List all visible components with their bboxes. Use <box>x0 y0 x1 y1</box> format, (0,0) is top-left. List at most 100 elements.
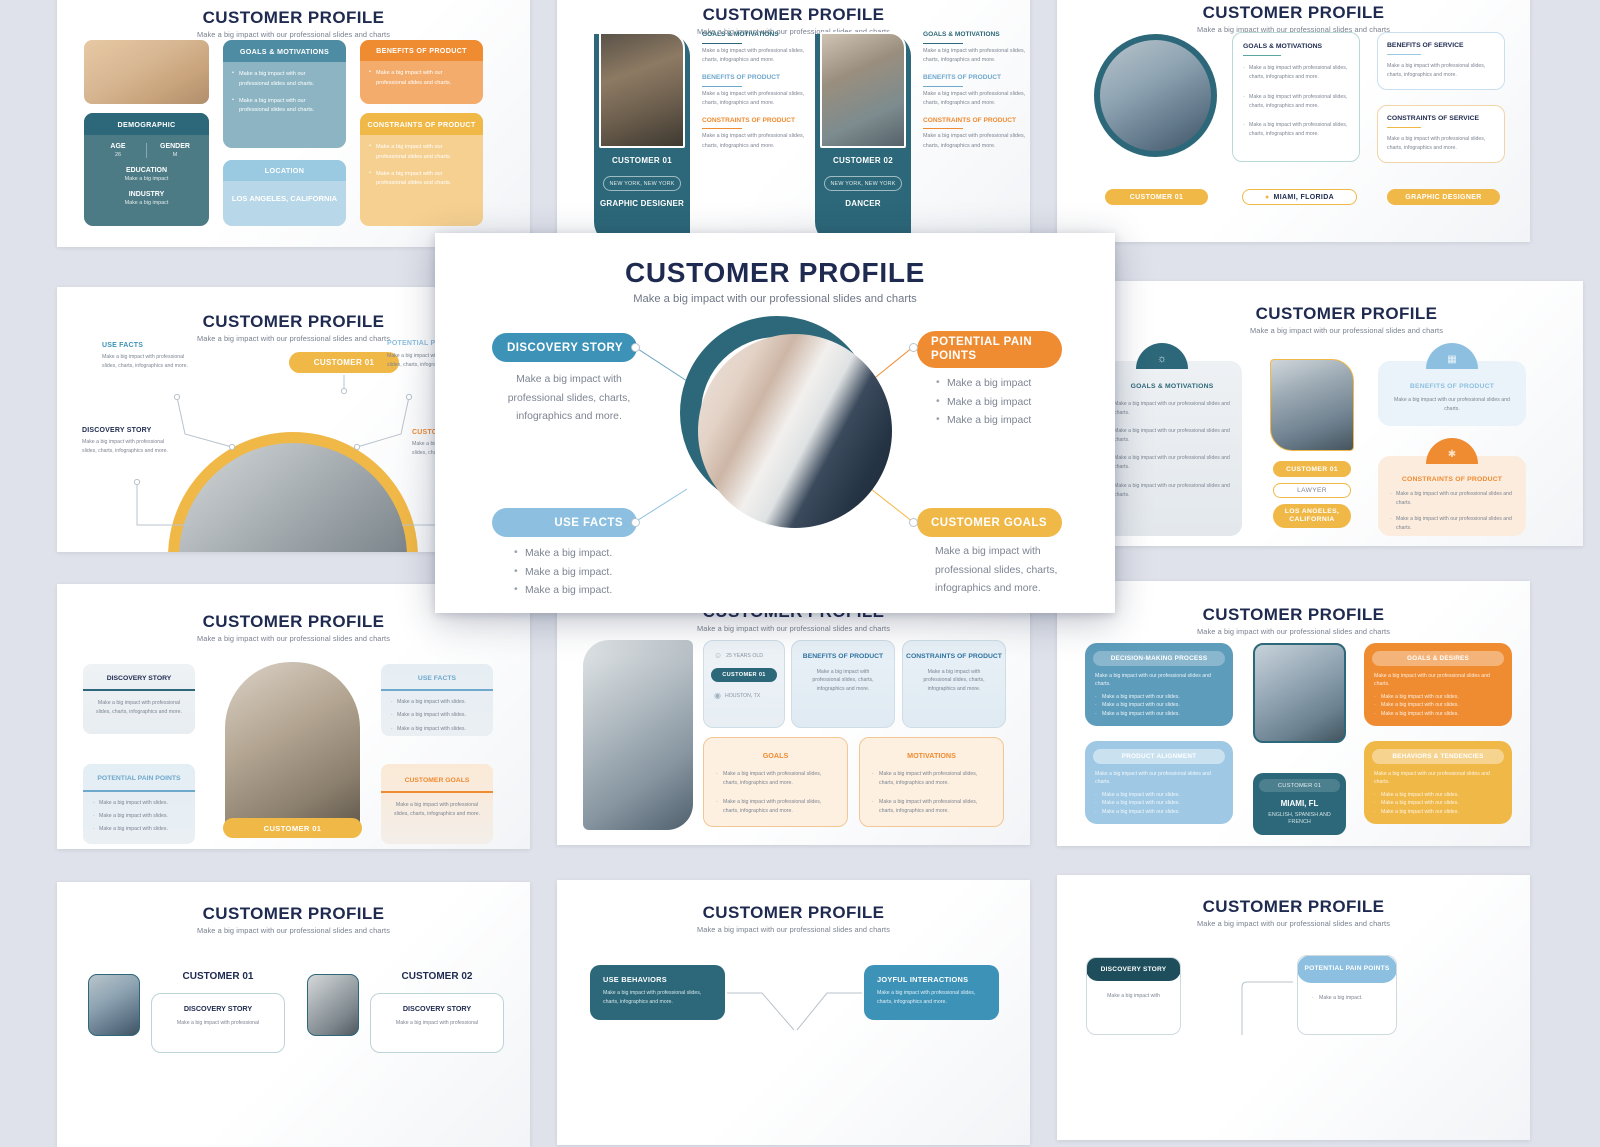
center-customer-pill[interactable]: CUSTOMER 01 <box>223 818 362 838</box>
customer-photo <box>1094 34 1217 157</box>
benefits-header: BENEFITS OF PRODUCT <box>360 40 483 61</box>
section-goals: GOALS & MOTIVATIONS Make a big impact wi… <box>702 31 807 65</box>
customer-block[interactable]: CUSTOMER 02 NEW YORK, NEW YORK DANCER <box>815 34 911 244</box>
body-potential-pain-points: Make a big impact Make a big impact Make… <box>935 375 1085 431</box>
list-item: ·Make a big impact with our professional… <box>1390 490 1514 508</box>
list-item: ·Make a big impact with professional sli… <box>1243 93 1349 111</box>
hero-image-group <box>698 334 892 528</box>
potential-pain-points-card[interactable]: POTENTIAL PAIN POINTS ·Make a big impact… <box>83 764 195 844</box>
use-facts-card[interactable]: USE FACTS ·Make a big impact with slides… <box>381 664 493 736</box>
page-title: CUSTOMER PROFILE <box>1110 304 1583 324</box>
discovery-story-card[interactable]: DISCOVERY STORY Make a big impact with p… <box>151 993 285 1053</box>
use-behaviors-card[interactable]: USE BEHAVIORS Make a big impact with pro… <box>590 965 725 1020</box>
goals-motivations-card[interactable]: GOALS & MOTIVATIONS Make a big impact wi… <box>1110 361 1242 536</box>
industry-label: INDUSTRY <box>90 191 203 198</box>
list-item: Make a big impact with our professional … <box>369 69 474 89</box>
motivations-card[interactable]: MOTIVATIONS ·Make a big impact with prof… <box>859 737 1004 827</box>
constraints-card[interactable]: CONSTRAINTS OF PRODUCT Make a big impact… <box>902 640 1006 728</box>
card-header: BEHAVIORS & TENDENCIES <box>1372 749 1504 764</box>
section-body: Make a big impact with professional slid… <box>702 90 807 108</box>
page-subtitle: Make a big impact with our professional … <box>557 624 1030 633</box>
benefits-body: Make a big impact with our professional … <box>1378 390 1526 420</box>
customer-goals-card[interactable]: CUSTOMER GOALS Make a big impact with pr… <box>381 764 493 844</box>
discovery-story-card[interactable]: DISCOVERY STORY Make a big impact with p… <box>83 664 195 734</box>
pill-customer-goals[interactable]: CUSTOMER GOALS <box>917 508 1062 537</box>
card-header: DISCOVERY STORY <box>83 664 195 682</box>
page-title: CUSTOMER PROFILE <box>1057 605 1530 625</box>
slide-thumbnail-11[interactable]: CUSTOMER PROFILE Make a big impact with … <box>1057 875 1530 1140</box>
slide-thumbnail-6[interactable]: CUSTOMER PROFILE Make a big impact with … <box>57 584 530 849</box>
page-subtitle: Make a big impact with our professional … <box>57 30 530 39</box>
goals-motivations-card[interactable]: GOALS & MOTIVATIONS Make a big impact wi… <box>223 40 346 148</box>
pill-discovery-story[interactable]: DISCOVERY STORY <box>492 333 637 362</box>
location-tag[interactable]: LOS ANGELES, CALIFORNIA <box>1273 504 1351 528</box>
list-item: ·Make a big impact with our slides. <box>1374 693 1502 702</box>
list-item: Make a big impact with our professional … <box>1114 454 1230 472</box>
product-alignment-card[interactable]: PRODUCT ALIGNMENT Make a big impact with… <box>1085 741 1233 824</box>
demographic-card[interactable]: DEMOGRAPHIC AGE 26 GENDER M EDUCATION Ma… <box>84 113 209 226</box>
node-dot-customer-goals <box>909 518 918 527</box>
discovery-story-card[interactable]: DISCOVERY STORY Make a big impact with p… <box>370 993 504 1053</box>
quick-facts-card[interactable]: ☺ 25 YEARS OLD CUSTOMER 01 ◉ HOUSTON, TX <box>703 640 785 728</box>
list-item: ·Make a big impact. <box>1312 994 1382 1002</box>
role-tag[interactable]: GRAPHIC DESIGNER <box>1387 189 1500 205</box>
slide-thumbnail-7[interactable]: CUSTOMER PROFILE Make a big impact with … <box>557 580 1030 845</box>
body-customer-goals: Make a big impact with professional slid… <box>935 543 1085 599</box>
location-value: LOS ANGELES, CALIFORNIA <box>223 181 346 217</box>
goals-motivations-card[interactable]: GOALS & MOTIVATIONS ·Make a big impact w… <box>1232 32 1360 162</box>
card-body: Make a big impact with professional slid… <box>590 984 725 1011</box>
constraints-service-card[interactable]: CONSTRAINTS OF SERVICE Make a big impact… <box>1377 105 1505 163</box>
list-item: ·Make a big impact with slides. <box>391 725 483 733</box>
benefits-service-card[interactable]: BENEFITS OF SERVICE Make a big impact wi… <box>1377 32 1505 90</box>
modal-subtitle: Make a big impact with our professional … <box>435 293 1115 305</box>
constraints-card[interactable]: CONSTRAINTS OF PRODUCT Make a big impact… <box>360 113 483 226</box>
goals-card[interactable]: GOALS ·Make a big impact with profession… <box>703 737 848 827</box>
page-subtitle: Make a big impact with our professional … <box>57 634 530 643</box>
list-item: ·Make a big impact with professional sli… <box>872 770 991 788</box>
customer-block[interactable]: CUSTOMER 01 NEW YORK, NEW YORK GRAPHIC D… <box>594 34 690 244</box>
center-customer-pill[interactable]: CUSTOMER 01 <box>289 352 399 373</box>
card-body: Make a big impact with our professional … <box>1085 666 1233 689</box>
goals-header: GOALS & MOTIVATIONS <box>223 40 346 62</box>
customer-info-card[interactable]: CUSTOMER 01 MIAMI, FL ENGLISH, SPANISH A… <box>1253 773 1346 835</box>
section-header: GOALS & MOTIVATIONS <box>923 31 1028 40</box>
slide-thumbnail-3[interactable]: CUSTOMER PROFILE Make a big impact with … <box>1057 0 1530 242</box>
slide-thumbnail-10[interactable]: CUSTOMER PROFILE Make a big impact with … <box>557 880 1030 1145</box>
location-tag[interactable]: ● MIAMI, FLORIDA <box>1242 189 1357 205</box>
list-item: ·Make a big impact with professional sli… <box>1243 64 1349 82</box>
benefits-card[interactable]: BENEFITS OF PRODUCT Make a big impact wi… <box>360 40 483 104</box>
customer-photo <box>820 32 906 148</box>
list-item: Make a big impact <box>935 394 1085 413</box>
page-subtitle: Make a big impact with our professional … <box>1057 627 1530 636</box>
card-header: CONSTRAINTS OF PRODUCT <box>903 641 1005 662</box>
behaviors-tendencies-card[interactable]: BEHAVIORS & TENDENCIES Make a big impact… <box>1364 741 1512 824</box>
location-value: HOUSTON, TX <box>725 693 760 699</box>
page-title: CUSTOMER PROFILE <box>57 8 530 28</box>
customer-tag[interactable]: CUSTOMER 01 <box>1105 189 1208 205</box>
location-card[interactable]: LOCATION LOS ANGELES, CALIFORNIA <box>223 160 346 226</box>
role-tag[interactable]: LAWYER <box>1273 483 1351 498</box>
constraints-card[interactable]: CONSTRAINTS OF PRODUCT ·Make a big impac… <box>1378 456 1526 536</box>
potential-pain-points-card[interactable]: POTENTIAL PAIN POINTS ·Make a big impact… <box>1297 955 1397 1035</box>
slide-preview-modal[interactable]: CUSTOMER PROFILE Make a big impact with … <box>435 233 1115 613</box>
page-subtitle: Make a big impact with our professional … <box>57 926 530 935</box>
customer-tag[interactable]: CUSTOMER 01 <box>711 668 777 682</box>
map-pin-icon: ● <box>1265 194 1270 201</box>
section-body: Make a big impact with professional slid… <box>702 47 807 65</box>
node-label: DISCOVERY STORY <box>82 427 180 434</box>
slide-thumbnail-8[interactable]: CUSTOMER PROFILE Make a big impact with … <box>1057 581 1530 846</box>
slide-thumbnail-9[interactable]: CUSTOMER PROFILE Make a big impact with … <box>57 882 530 1147</box>
slide-thumbnail-5[interactable]: CUSTOMER PROFILE Make a big impact with … <box>1110 281 1583 546</box>
pill-use-facts[interactable]: USE FACTS <box>492 508 637 537</box>
benefits-card[interactable]: BENEFITS OF PRODUCT Make a big impact wi… <box>791 640 895 728</box>
slide-thumbnail-2[interactable]: CUSTOMER PROFILE Make a big impact with … <box>557 0 1030 244</box>
goals-desires-card[interactable]: GOALS & DESIRES Make a big impact with o… <box>1364 643 1512 726</box>
slide-thumbnail-1[interactable]: CUSTOMER PROFILE Make a big impact with … <box>57 0 530 247</box>
benefits-card[interactable]: BENEFITS OF PRODUCT Make a big impact wi… <box>1378 361 1526 426</box>
joyful-interactions-card[interactable]: JOYFUL INTERACTIONS Make a big impact wi… <box>864 965 999 1020</box>
pill-potential-pain-points[interactable]: POTENTIAL PAIN POINTS <box>917 331 1062 368</box>
customer-tag[interactable]: CUSTOMER 01 <box>1273 461 1351 477</box>
card-header: JOYFUL INTERACTIONS <box>864 965 999 984</box>
decision-making-card[interactable]: DECISION-MAKING PROCESS Make a big impac… <box>1085 643 1233 726</box>
discovery-story-card[interactable]: DISCOVERY STORY Make a big impact with <box>1086 957 1181 1035</box>
